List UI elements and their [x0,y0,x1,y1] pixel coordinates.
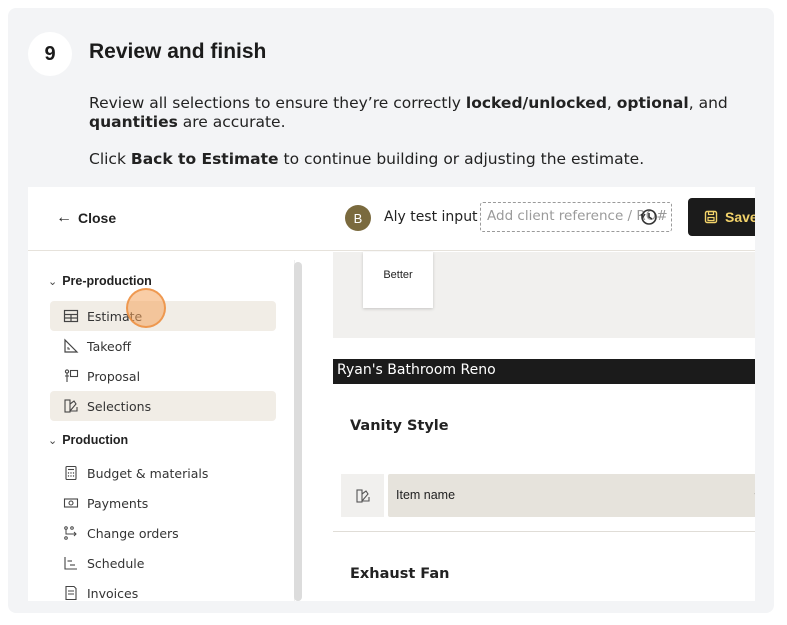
table-icon [63,309,79,323]
sidebar-item-label: Proposal [87,368,141,384]
sidebar-group-pre-production[interactable]: ⌄ Pre-production [48,274,152,288]
sidebar-group-production[interactable]: ⌄ Production [48,433,128,447]
sidebar-item-label: Budget & materials [87,465,209,481]
history-icon[interactable] [639,207,659,227]
tier-card-better[interactable]: Better [363,252,433,308]
sidebar-item-payments[interactable]: Payments [50,488,276,518]
step-number-badge: 9 [28,32,72,76]
swatch-icon [355,488,370,503]
swatch-icon [64,399,78,413]
arrow-left-icon: ← [56,209,72,226]
sidebar-item-schedule[interactable]: Schedule [50,548,276,578]
selection-item-title: Exhaust Fan [350,566,450,582]
section-title: Ryan's Bathroom Reno [333,359,755,384]
step-instruction-2: Click Back to Estimate to continue build… [89,150,645,168]
divider [333,531,755,532]
sidebar-scrollbar[interactable] [294,262,302,601]
sidebar-item-selections[interactable]: Selections [50,391,276,421]
sidebar-item-label: Selections [87,398,152,414]
calculator-icon [65,465,77,481]
close-label: Close [78,210,117,226]
sidebar-item-budget-materials[interactable]: Budget & materials [50,458,276,488]
avatar: B [345,205,371,231]
app-screenshot: ← Close B Aly test input Add client refe… [28,187,755,601]
click-indicator [126,288,166,328]
invoice-icon [65,585,77,601]
item-image-placeholder [341,474,384,517]
sidebar-item-label: Change orders [87,525,179,541]
app-topbar: ← Close B Aly test input Add client refe… [28,187,755,251]
sidebar-item-proposal[interactable]: Proposal [50,361,276,391]
save-estimate-button[interactable]: Save e [688,198,755,236]
save-label: Save e [725,209,755,225]
chevron-down-icon: ⌄ [48,275,58,288]
cash-icon [63,498,79,508]
tutorial-step-card: 9 Review and finish Review all selection… [8,8,774,613]
close-button[interactable]: ← Close [56,209,116,227]
item-name-select[interactable]: Item name [388,474,755,517]
sidebar-item-label: Payments [87,495,149,511]
ruler-icon [64,338,79,353]
sidebar-item-label: Invoices [87,585,139,601]
selection-item-title: Vanity Style [350,418,449,434]
easel-icon [64,369,79,382]
gantt-icon [64,557,77,570]
flow-icon [64,526,77,540]
chevron-down-icon: ⌄ [752,485,755,499]
save-icon [704,210,718,224]
sidebar-item-label: Schedule [87,555,145,571]
sidebar-item-takeoff[interactable]: Takeoff [50,331,276,361]
chevron-down-icon: ⌄ [48,434,58,447]
sidebar-group-label: Production [62,433,129,447]
step-instruction-1: Review all selections to ensure they’re … [89,94,728,131]
sidebar-group-label: Pre-production [62,274,152,288]
sidebar-item-label: Takeoff [87,338,131,354]
step-title: Review and finish [89,40,267,63]
project-name: Aly test input [384,209,478,225]
sidebar-item-change-orders[interactable]: Change orders [50,518,276,548]
sidebar-item-invoices[interactable]: Invoices [50,578,276,601]
